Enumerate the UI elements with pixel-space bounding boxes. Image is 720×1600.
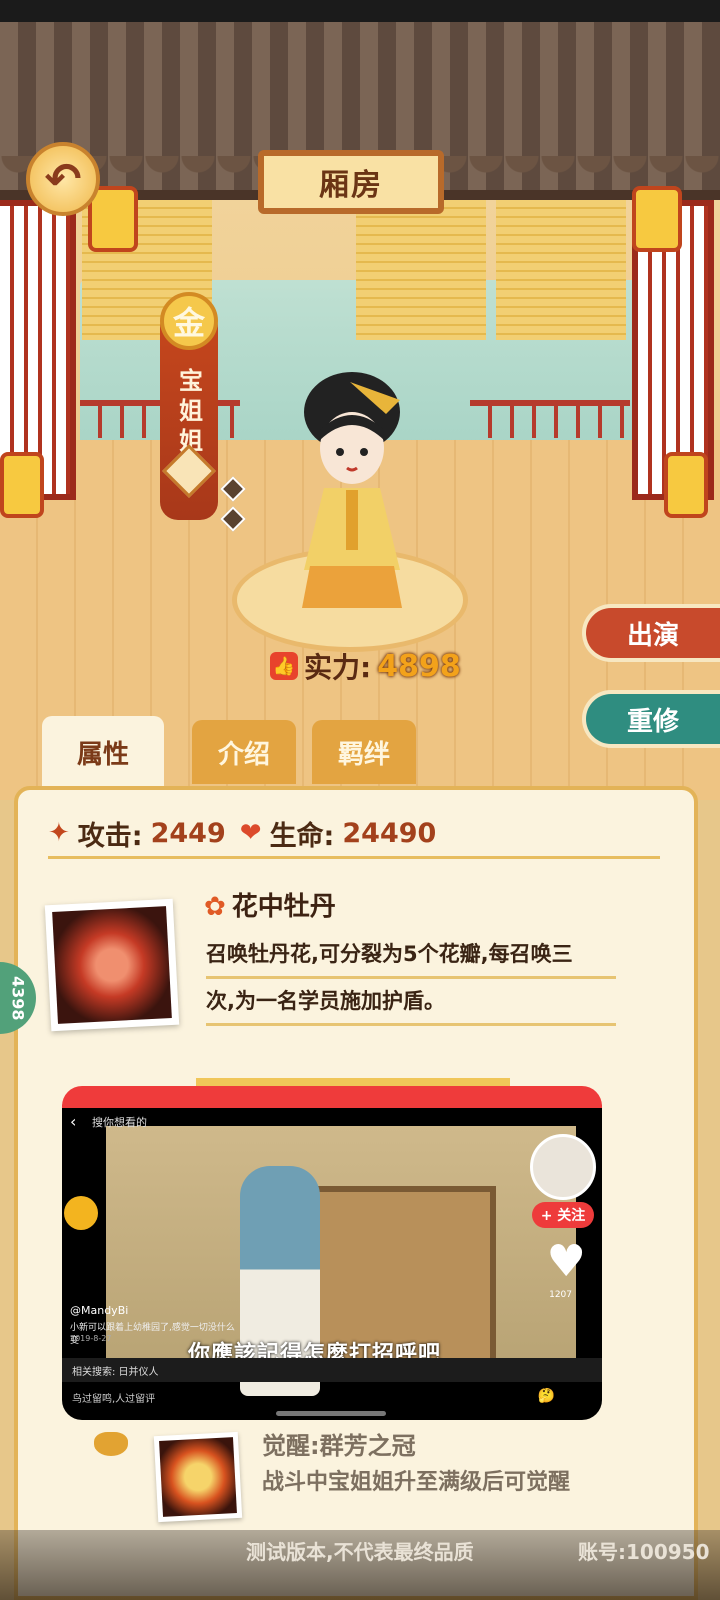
footer-bar: 测试版本,不代表最终品质 账号:100950 [0, 1530, 720, 1600]
app-logo-icon[interactable] [64, 1196, 98, 1230]
emoji-shortcuts[interactable]: 😳 🤔 😮 [506, 1388, 592, 1404]
character-name: 宝姐姐 [179, 367, 203, 455]
like-count: 1207 [549, 1290, 572, 1300]
lantern-icon [632, 186, 682, 252]
attack-star-icon: ✦ [48, 818, 70, 848]
peony-skill-icon [52, 906, 172, 1024]
skill-description: 召唤牡丹花,可分裂为5个花瓣,每召唤三 次,为一名学员施加护盾。 [206, 932, 616, 1026]
hp-label: 生命: [269, 820, 335, 852]
bamboo-blind-right [496, 200, 626, 340]
tab-attributes[interactable]: 属性 [42, 716, 164, 788]
tab-bonds[interactable]: 羁绊 [312, 720, 416, 784]
account-id: 账号:100950 [578, 1540, 710, 1564]
divider [196, 1078, 510, 1086]
drag-handle[interactable] [276, 1411, 386, 1416]
thumbs-up-icon: 👍 [270, 652, 298, 680]
power-label: 实力: [304, 651, 372, 684]
video-back-icon[interactable]: ‹ [70, 1112, 76, 1131]
hp-value: 24490 [342, 817, 437, 849]
page-title: 厢房 [258, 150, 444, 214]
perform-button[interactable]: 出演 [582, 604, 720, 662]
follow-button[interactable]: + 关注 [532, 1202, 594, 1228]
skill-desc-line: 召唤牡丹花,可分裂为5个花瓣,每召唤三 [206, 932, 616, 979]
flower-icon: ✿ [204, 892, 226, 922]
awaken-description: 战斗中宝姐姐升至满级后可觉醒 [262, 1470, 571, 1495]
power-value: 4898 [377, 648, 461, 684]
skill-name: 花中牡丹 [231, 892, 336, 922]
video-overlay[interactable]: • • • ‹ 搜你想看的 + 关注 ♥ 1207 @MandyBi 小新可以跟… [62, 1086, 602, 1420]
power-display: 👍 实力: 4898 [270, 642, 461, 690]
awaken-ingot-icon [94, 1432, 128, 1456]
lotus-lamp-icon [159, 1437, 237, 1517]
video-search-input[interactable]: 搜你想看的 [92, 1114, 147, 1130]
railing-right [470, 400, 630, 438]
video-date: 2019-8-27 [70, 1334, 112, 1343]
drag-dots-icon[interactable]: • • • [312, 1090, 356, 1106]
awaken-skill-card[interactable] [153, 1431, 243, 1523]
version-note: 测试版本,不代表最终品质 [246, 1540, 474, 1564]
tab-introduction[interactable]: 介绍 [192, 720, 296, 784]
avatar[interactable] [530, 1134, 596, 1200]
stats-row: ✦ 攻击: 2449 ❤ 生命: 24490 [48, 810, 436, 856]
heart-icon: ❤ [239, 818, 262, 848]
skill-desc-line: 次,为一名学员施加护盾。 [206, 979, 616, 1026]
divider [48, 856, 660, 859]
like-heart-icon[interactable]: ♥ [547, 1240, 586, 1284]
attack-label: 攻击: [77, 820, 143, 852]
retrain-button[interactable]: 重修 [582, 690, 720, 748]
skill-icon-card[interactable] [44, 898, 180, 1032]
related-search-bar[interactable]: 相关搜索: 日并仪人 [62, 1358, 602, 1382]
character-sprite[interactable] [290, 370, 420, 620]
back-button[interactable]: ↶ [26, 142, 100, 216]
bamboo-blind-middle [356, 200, 486, 340]
lantern-icon [664, 452, 708, 518]
back-arrow-icon: ↶ [44, 153, 82, 205]
lantern-icon [0, 452, 44, 518]
attack-value: 2449 [150, 817, 226, 849]
awaken-title: 觉醒:群芳之冠 [262, 1432, 416, 1460]
rank-badge: 金 [160, 292, 218, 350]
status-bar [0, 0, 720, 22]
video-username[interactable]: @MandyBi [70, 1304, 128, 1317]
skill-title: ✿ 花中牡丹 [204, 886, 336, 923]
